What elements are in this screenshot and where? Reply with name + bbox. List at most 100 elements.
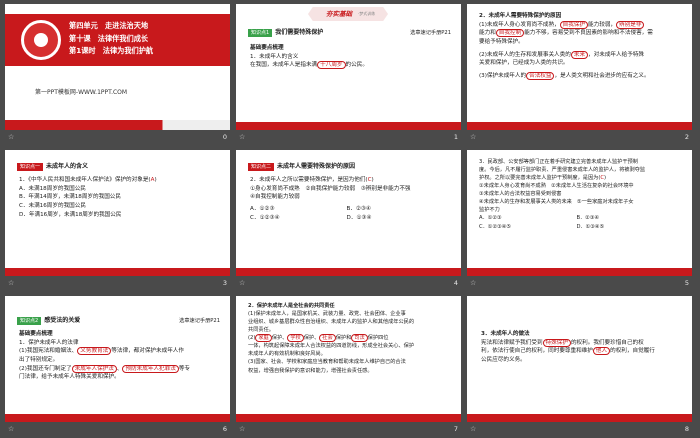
slide-number: 1 [453, 133, 458, 141]
line: 度。今后，凡不履行监护职责、严重侵害未成年人的监护人，将被剥夺监 [479, 167, 646, 174]
slide-thumbnail-6[interactable]: 知识点2 感受法的关爱 选章速记手册P21 基础要点梳理 1．保护未成年人的法律… [5, 296, 230, 422]
animation-star-icon[interactable]: ☆ [239, 279, 245, 287]
animation-star-icon[interactable]: ☆ [8, 279, 14, 287]
text-part: 1．《中华人民共和国未成年人保护法》保护的对象是( [19, 177, 151, 183]
animation-star-icon[interactable]: ☆ [470, 133, 476, 141]
line: (1)保护未成年人，是国家机关、武装力量、政党、社会团体、企业事 [248, 311, 406, 318]
text-part: 保护和 [335, 335, 352, 342]
answer-box: 未成年人保护法 [71, 364, 117, 373]
slide-body: 基础要点梳理 1．未成年人的含义 在我国，未成年人是指未满 十八周岁 的公民。 [250, 44, 451, 70]
slide-thumbnail-3[interactable]: 知识点一 未成年人的含义 1．《中华人民共和国未成年人保护法》保护的对象是(A)… [5, 150, 230, 276]
slide-number: 5 [684, 279, 689, 287]
lesson-title: 第十课 法律伴我们成长 [69, 33, 149, 43]
slide-cell-0[interactable]: 第四单元 走进法治天地 第十课 法律伴我们成长 第1课时 法律为我们护航 第一P… [5, 4, 230, 144]
line: (2)未成年人的生存和发展事关人类的 未来 ，对未成年人给予特殊 [479, 50, 682, 60]
slide-header: 知识点二 未成年人需要特殊保护的原因 [248, 162, 451, 171]
knowledge-tag: 知识点一 [17, 162, 44, 171]
slide-thumbnail-0[interactable]: 第四单元 走进法治天地 第十课 法律伴我们成长 第1课时 法律为我们护航 第一P… [5, 4, 230, 130]
option-b: B．②③④ [346, 205, 371, 212]
slide-sorter-grid: 第四单元 走进法治天地 第十课 法律伴我们成长 第1课时 法律为我们护航 第一P… [5, 4, 692, 436]
slide-thumbnail-4[interactable]: 知识点二 未成年人需要特殊保护的原因 2．未成年人之所以需要特殊保护，是因为他们… [236, 150, 461, 276]
slide-footer: ☆ 1 [236, 130, 461, 144]
text-part: 的公民。 [345, 62, 368, 69]
slide-number: 8 [684, 425, 689, 433]
answer-box: 义务教育法 [77, 347, 112, 356]
unit-ring-icon [21, 20, 61, 60]
text-part: ，是人类文明和社会进步的应有之义。 [554, 72, 650, 79]
slide-heading: 2．保护未成年人是全社会的共同责任 [248, 303, 335, 309]
answer-box: 家庭 [255, 334, 272, 343]
answer-box: 司法 [351, 334, 368, 343]
slide-cell-6[interactable]: 知识点2 感受法的关爱 选章速记手册P21 基础要点梳理 1．保护未成年人的法律… [5, 296, 230, 436]
text-part: 在我国，未成年人是指未满 [250, 62, 318, 69]
section-banner: 夯实基础 ·梦式训练 [308, 7, 388, 21]
text-part: ) [603, 175, 606, 182]
bottom-bar [467, 122, 692, 130]
answer-box: 自我保护 [559, 20, 589, 29]
options-row: A．①②③ B．②③④ [250, 205, 451, 214]
text-part: 等法律，都对保护未成年人作 [111, 348, 184, 355]
text-part: (3)保护未成年人的 [479, 72, 527, 79]
slide-number: 0 [222, 133, 227, 141]
line: ①未成年人身心发育尚不成熟 ②未成年人生活在复杂的社会环境中 [479, 182, 682, 190]
line: (1)我国宪法和婚姻法、 义务教育法 等法律，都对保护未成年人作 [19, 347, 220, 356]
knowledge-tag: 知识点1 [248, 28, 273, 37]
answer-box: 预防未成年人犯罪法 [122, 364, 179, 373]
line: (2)我国还专门制定了 未成年人保护法、预防未成年人犯罪法 等专 [19, 364, 220, 374]
text-part: ) [154, 177, 157, 183]
animation-star-icon[interactable]: ☆ [470, 425, 476, 433]
item-title: 1．保护未成年人的法律 [19, 339, 79, 346]
text-part: 护权。之所以要完善未成年人监护干预制度，是因为( [479, 175, 601, 182]
statement: ③未成年人的合法权益容易受 [479, 191, 546, 198]
slide-thumbnail-2[interactable]: 2．未成年人需要特殊保护的原因 (1)未成年人身心发育尚不成熟， 自我保护 能力较弱… [467, 4, 692, 130]
statement: ②自我保护能力较弱 [305, 185, 356, 192]
line: 3．民政部、公安部等部门正在着手研究建立完善未成年人监护干预制 [479, 159, 638, 165]
slide-header: 知识点1 我们需要特殊保护 选章速记手册P21 [248, 28, 451, 37]
slide-number: 7 [453, 425, 458, 433]
option-a: A．①②③ [250, 205, 275, 212]
option-a: A．①②③ [479, 215, 502, 222]
animation-star-icon[interactable]: ☆ [8, 425, 14, 433]
line: (2) 家庭 保护、 学校 保护、 社会 保护和 司法 保护四位 [248, 334, 451, 343]
answer-box: 社会 [319, 334, 336, 343]
answer-box: 特殊保护 [542, 338, 571, 347]
slide-cell-1[interactable]: 夯实基础 ·梦式训练 知识点1 我们需要特殊保护 选章速记手册P21 基础要点梳… [236, 4, 461, 144]
animation-star-icon[interactable]: ☆ [239, 425, 245, 433]
slide-body: 2．保护未成年人是全社会的共同责任 (1)保护未成年人，是国家机关、武装力量、政… [248, 302, 451, 375]
slide-heading: 2．未成年人需要特殊保护的原因 [479, 13, 562, 19]
title-block: 第四单元 走进法治天地 第十课 法律伴我们成长 第1课时 法律为我们护航 [69, 20, 153, 58]
subheading: 基础要点梳理 [19, 331, 53, 337]
slide-thumbnail-8[interactable]: 3．未成年人的做法 宪法和法律赋予我们受到 特殊保护 的权利。我们要珍惜自己的权 利… [467, 296, 692, 422]
statement: ③辨别是非能力不强 [360, 185, 411, 192]
answer-box: 自我控制 [495, 29, 525, 38]
knowledge-tag: 知识点2 [17, 316, 42, 325]
line: 业组织、城乡基层群众性自治组织、未成年人的监护人和其他成年公民的 [248, 319, 415, 326]
slide-body: 2．未成年人之所以需要特殊保护，是因为他们(C) ①身心发育尚不成熟 ②自我保护… [250, 176, 451, 222]
animation-star-icon[interactable]: ☆ [470, 279, 476, 287]
slide-cell-3[interactable]: 知识点一 未成年人的含义 1．《中华人民共和国未成年人保护法》保护的对象是(A)… [5, 150, 230, 290]
line: (3)保护未成年人的 合法权益 ，是人类文明和社会进步的应有之义。 [479, 71, 682, 81]
slide-footer: ☆ 3 [5, 276, 230, 290]
slide-thumbnail-5[interactable]: 3．民政部、公安部等部门正在着手研究建立完善未成年人监护干预制 度。今后，凡不履… [467, 150, 692, 276]
bottom-bar [236, 122, 461, 130]
answer-box: 他人 [592, 347, 611, 356]
slide-body: 3．民政部、公安部等部门正在着手研究建立完善未成年人监护干预制 度。今后，凡不履… [479, 158, 682, 231]
slide-cell-8[interactable]: 3．未成年人的做法 宪法和法律赋予我们受到 特殊保护 的权利。我们要珍惜自己的权 利… [467, 296, 692, 436]
slide-body: 1．《中华人民共和国未成年人保护法》保护的对象是(A) A．未满18周岁的我国公… [19, 176, 220, 219]
slide-cell-7[interactable]: 2．保护未成年人是全社会的共同责任 (1)保护未成年人，是国家机关、武装力量、政… [236, 296, 461, 436]
answer-box: 辨别是非 [616, 20, 645, 29]
line: 共同责任。 [248, 327, 274, 334]
line: 宪法和法律赋予我们受到 特殊保护 的权利。我们要珍惜自己的权 [481, 338, 682, 348]
slide-thumbnail-1[interactable]: 夯实基础 ·梦式训练 知识点1 我们需要特殊保护 选章速记手册P21 基础要点梳… [236, 4, 461, 130]
text-part: 保护、 [303, 335, 320, 342]
slide-cell-5[interactable]: 3．民政部、公安部等部门正在着手研究建立完善未成年人监护干预制 度。今后，凡不履… [467, 150, 692, 290]
line: 未成年人的有效机制和良好风尚。 [248, 351, 326, 358]
slide-cell-4[interactable]: 知识点二 未成年人需要特殊保护的原因 2．未成年人之所以需要特殊保护，是因为他们… [236, 150, 461, 290]
slide-cell-2[interactable]: 2．未成年人需要特殊保护的原因 (1)未成年人身心发育尚不成熟， 自我保护 能力较弱… [467, 4, 692, 144]
animation-star-icon[interactable]: ☆ [8, 133, 14, 141]
slide-number: 4 [453, 279, 458, 287]
slide-footer: ☆ 5 [467, 276, 692, 290]
slide-thumbnail-7[interactable]: 2．保护未成年人是全社会的共同责任 (1)保护未成年人，是国家机关、武装力量、政… [236, 296, 461, 422]
animation-star-icon[interactable]: ☆ [239, 133, 245, 141]
option-d: D．年满16周岁，未满18周岁的我国公民 [19, 211, 122, 218]
